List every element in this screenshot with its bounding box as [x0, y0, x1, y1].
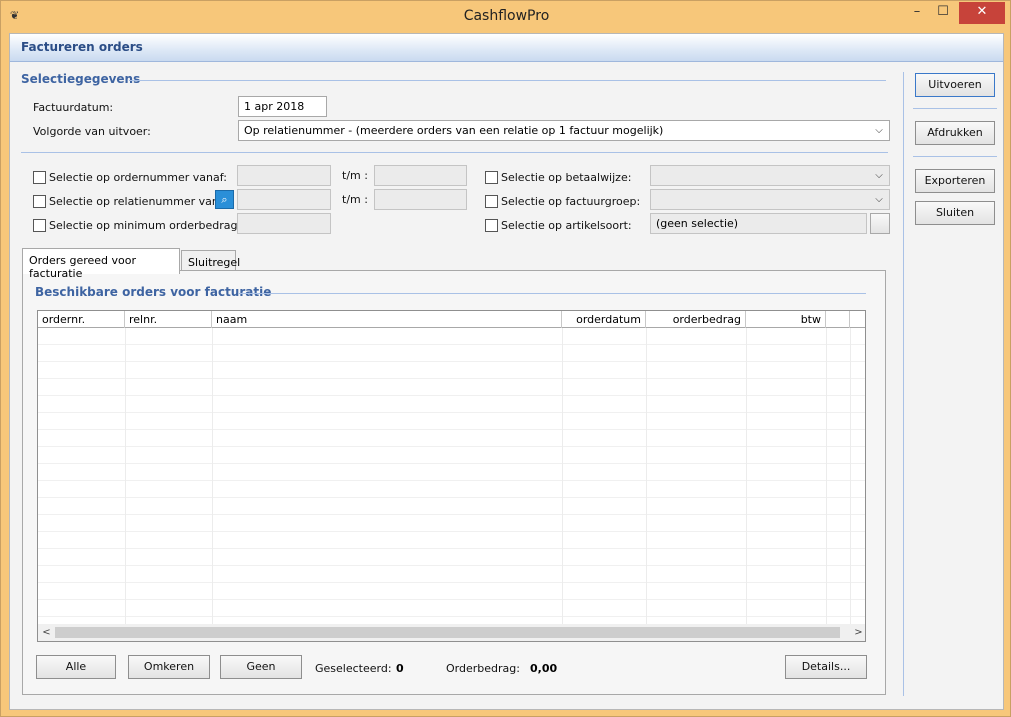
- relatienummer-label: Selectie op relatienummer vanaf:: [49, 195, 233, 208]
- orderbedrag-value: 0,00: [530, 662, 558, 675]
- factuurgroep-select[interactable]: ⌵: [650, 189, 890, 210]
- factuurgroep-label: Selectie op factuurgroep:: [501, 195, 641, 208]
- geselecteerd-label: Geselecteerd:: [315, 662, 392, 675]
- column-divider: [850, 328, 851, 624]
- column-divider: [746, 328, 747, 624]
- ordernummer-checkbox[interactable]: [33, 171, 46, 184]
- close-button[interactable]: ✕: [959, 2, 1005, 24]
- minimum-orderbedrag-checkbox[interactable]: [33, 219, 46, 232]
- horizontal-scrollbar[interactable]: < >: [38, 624, 865, 641]
- table-row[interactable]: [38, 583, 865, 600]
- ordernummer-from-input[interactable]: [237, 165, 331, 186]
- volgorde-label: Volgorde van uitvoer:: [33, 125, 151, 138]
- volgorde-select[interactable]: Op relatienummer - (meerdere orders van …: [238, 120, 890, 141]
- scroll-right-icon[interactable]: >: [851, 625, 865, 640]
- tm-label: t/m :: [342, 169, 368, 182]
- minimum-orderbedrag-label: Selectie op minimum orderbedrag:: [49, 219, 242, 232]
- minimum-orderbedrag-input[interactable]: [237, 213, 331, 234]
- table-row[interactable]: [38, 362, 865, 379]
- table-row[interactable]: [38, 430, 865, 447]
- page-title: Factureren orders: [21, 40, 143, 54]
- betaalwijze-label: Selectie op betaalwijze:: [501, 171, 632, 184]
- column-divider: [125, 328, 126, 624]
- factuurdatum-input[interactable]: 1 apr 2018: [238, 96, 327, 117]
- section-title-selectiegegevens: Selectiegegevens: [21, 72, 141, 86]
- table-row[interactable]: [38, 447, 865, 464]
- action-divider: [913, 156, 997, 157]
- window-title: CashflowPro: [463, 8, 550, 24]
- table-row[interactable]: [38, 464, 865, 481]
- section-title-beschikbare-orders: Beschikbare orders voor facturatie: [35, 285, 272, 299]
- column-divider: [562, 328, 563, 624]
- app-window: ❦ CashflowPro – ☐ ✕ Factureren orders Se…: [0, 0, 1011, 717]
- column-divider: [826, 328, 827, 624]
- action-divider: [913, 108, 997, 109]
- sluiten-button[interactable]: Sluiten: [915, 201, 995, 225]
- tab-orders-gereed[interactable]: Orders gereed voor facturatie: [22, 248, 180, 280]
- tm-label: t/m :: [342, 193, 368, 206]
- column-divider: [212, 328, 213, 624]
- artikelsoort-label: Selectie op artikelsoort:: [501, 219, 632, 232]
- page-header: Factureren orders: [10, 34, 1003, 62]
- alle-button[interactable]: Alle: [36, 655, 116, 679]
- table-row[interactable]: [38, 328, 865, 345]
- scroll-left-icon[interactable]: <: [39, 625, 54, 640]
- ordernummer-to-input[interactable]: [374, 165, 467, 186]
- betaalwijze-select[interactable]: ⌵: [650, 165, 890, 186]
- uitvoeren-button[interactable]: Uitvoeren: [915, 73, 995, 97]
- title-bar[interactable]: ❦ CashflowPro – ☐ ✕: [1, 1, 1011, 33]
- column-header-orderbedrag[interactable]: orderbedrag: [646, 311, 746, 328]
- table-row[interactable]: [38, 549, 865, 566]
- section-divider: [129, 80, 886, 81]
- minimize-button[interactable]: –: [904, 2, 930, 24]
- volgorde-value: Op relatienummer - (meerdere orders van …: [244, 124, 664, 137]
- action-panel-divider: [903, 72, 904, 696]
- column-header-btw[interactable]: btw: [746, 311, 826, 328]
- table-row[interactable]: [38, 481, 865, 498]
- relatienummer-to-input[interactable]: [374, 189, 467, 210]
- table-row[interactable]: [38, 515, 865, 532]
- section-divider: [21, 152, 888, 153]
- table-row[interactable]: [38, 532, 865, 549]
- artikelsoort-field[interactable]: (geen selectie): [650, 213, 867, 234]
- maximize-button[interactable]: ☐: [930, 2, 956, 24]
- client-area: Factureren orders Selectiegegevens Factu…: [9, 33, 1004, 710]
- search-icon[interactable]: ⌕: [215, 190, 234, 209]
- column-header-ordernr[interactable]: ordernr.: [38, 311, 125, 328]
- artikelsoort-checkbox[interactable]: [485, 219, 498, 232]
- table-row[interactable]: [38, 345, 865, 362]
- details-button[interactable]: Details...: [785, 655, 867, 679]
- table-row[interactable]: [38, 379, 865, 396]
- chevron-down-icon[interactable]: ⌵: [872, 192, 886, 207]
- column-header-extra: [826, 311, 850, 328]
- relatienummer-from-input[interactable]: [237, 189, 331, 210]
- factuurdatum-label: Factuurdatum:: [33, 101, 114, 114]
- betaalwijze-checkbox[interactable]: [485, 171, 498, 184]
- chevron-down-icon[interactable]: ⌵: [872, 123, 886, 138]
- table-row[interactable]: [38, 413, 865, 430]
- table-row[interactable]: [38, 498, 865, 515]
- table-row[interactable]: [38, 600, 865, 617]
- column-header-naam[interactable]: naam: [212, 311, 562, 328]
- orderbedrag-label: Orderbedrag:: [446, 662, 520, 675]
- relatienummer-checkbox[interactable]: [33, 195, 46, 208]
- artikelsoort-picker-button[interactable]: [870, 213, 890, 234]
- table-row[interactable]: [38, 566, 865, 583]
- geselecteerd-value: 0: [396, 662, 404, 675]
- section-divider: [239, 293, 866, 294]
- column-header-orderdatum[interactable]: orderdatum: [562, 311, 646, 328]
- column-header-relnr[interactable]: relnr.: [125, 311, 212, 328]
- exporteren-button[interactable]: Exporteren: [915, 169, 995, 193]
- factuurgroep-checkbox[interactable]: [485, 195, 498, 208]
- omkeren-button[interactable]: Omkeren: [128, 655, 210, 679]
- afdrukken-button[interactable]: Afdrukken: [915, 121, 995, 145]
- ordernummer-label: Selectie op ordernummer vanaf:: [49, 171, 227, 184]
- column-divider: [646, 328, 647, 624]
- geen-button[interactable]: Geen: [220, 655, 302, 679]
- table-row[interactable]: [38, 396, 865, 413]
- scrollbar-thumb[interactable]: [55, 627, 840, 638]
- table-header: ordernr. relnr. naam orderdatum orderbed…: [38, 311, 865, 328]
- chevron-down-icon[interactable]: ⌵: [872, 168, 886, 183]
- orders-table[interactable]: ordernr. relnr. naam orderdatum orderbed…: [37, 310, 866, 642]
